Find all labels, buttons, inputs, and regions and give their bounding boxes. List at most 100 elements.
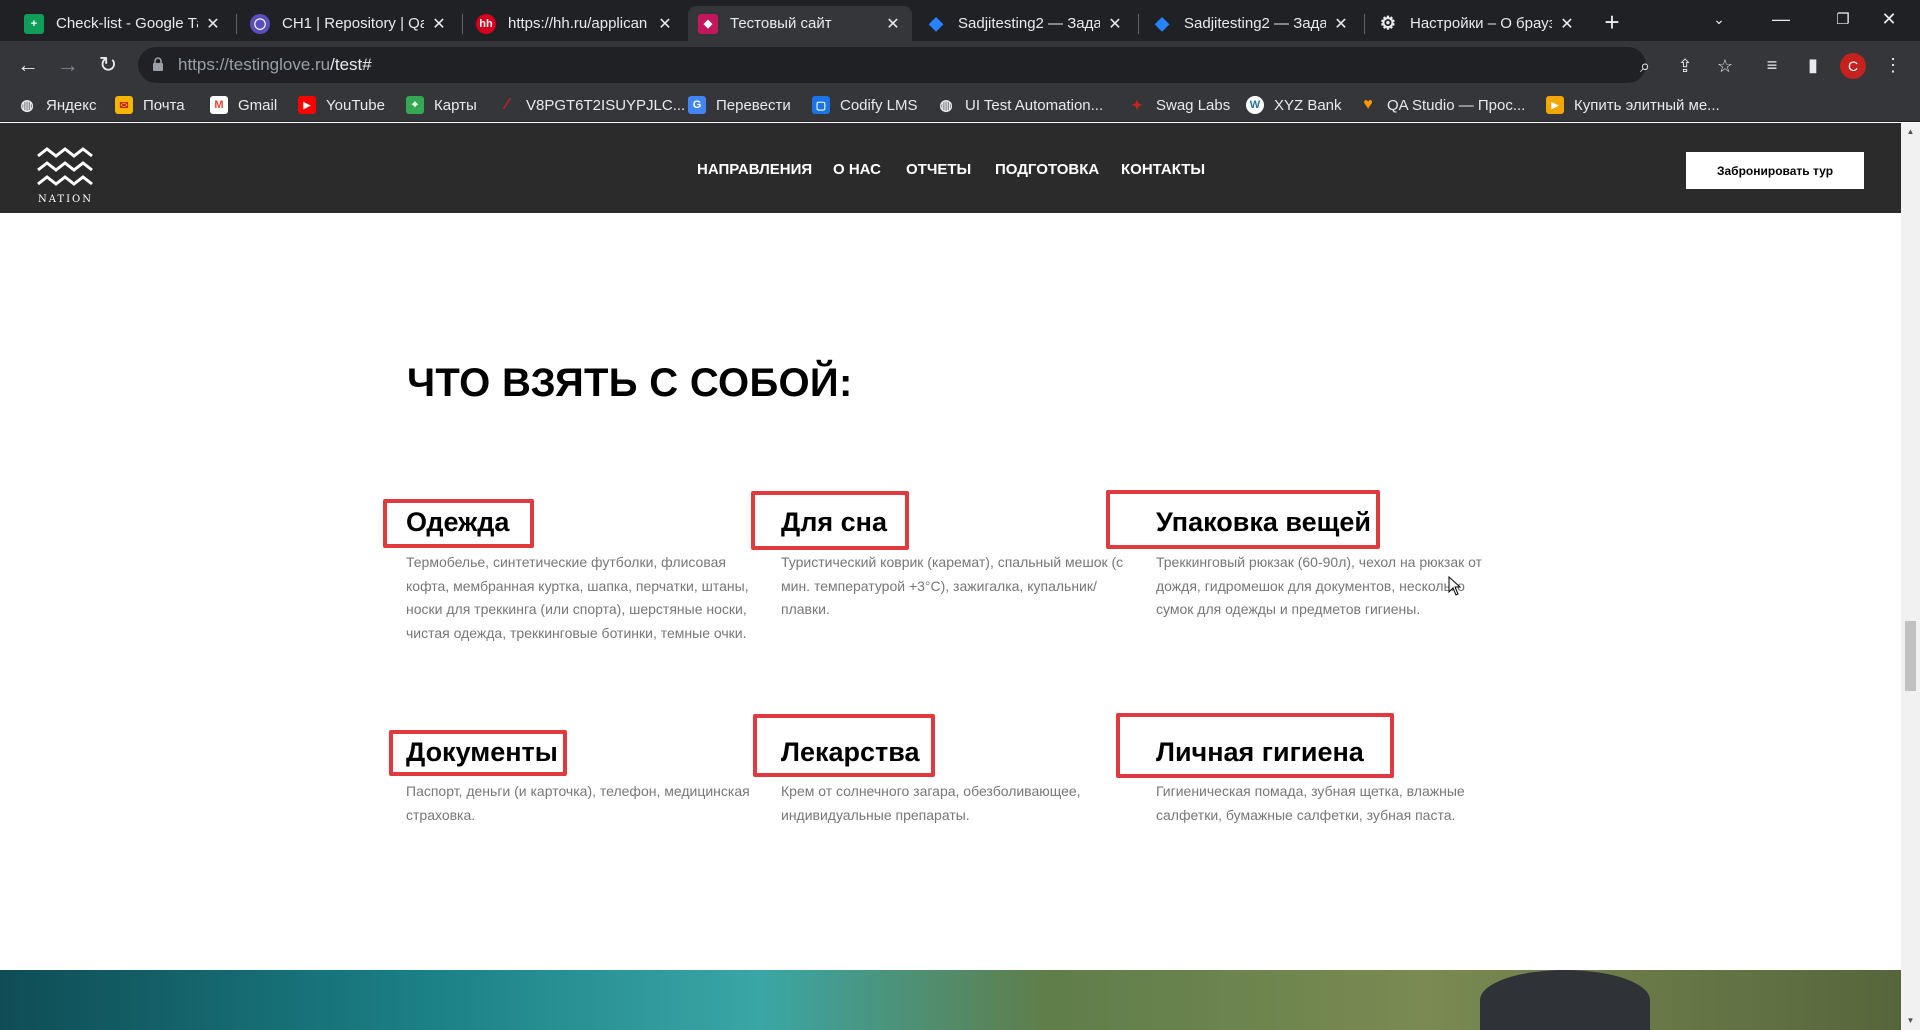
site-icon: ◆ xyxy=(698,13,718,34)
tab-repository[interactable]: ◯ CH1 | Repository | Qa ✕ xyxy=(240,6,458,41)
heart-icon: ♥ xyxy=(1363,96,1373,113)
toolbar: ← → ↻ https://testinglove.ru/test# ⌕ ⇪ ☆… xyxy=(0,41,1920,89)
page-title: ЧТО ВЗЯТЬ С СОБОЙ: xyxy=(407,361,853,405)
globe-icon: ◍ xyxy=(20,97,34,114)
bookmark-buy[interactable]: ▶ Купить элитный ме... xyxy=(1546,94,1720,116)
bookmark-mail[interactable]: ✉ Почта xyxy=(115,94,185,116)
zoom-icon[interactable]: ⌕ xyxy=(1634,55,1656,77)
url-path: /test# xyxy=(330,55,372,74)
nav-reports[interactable]: ОТЧЕТЫ xyxy=(906,161,971,178)
tab-jira-1[interactable]: ◆ Sadjitesting2 — Задач ✕ xyxy=(916,6,1134,41)
item-text-clothes: Термобелье, синтетические футболки, флис… xyxy=(406,554,749,641)
youtube-icon: ▶ xyxy=(298,96,316,114)
side-panel-icon[interactable]: ▮ xyxy=(1800,52,1826,78)
lock-icon xyxy=(153,57,163,71)
settings-gear-icon: ⚙ xyxy=(1379,13,1397,33)
url-host: https://testinglove.ru xyxy=(178,55,331,74)
bookmark-label: Swag Labs xyxy=(1156,96,1231,114)
menu-kebab-icon[interactable]: ⋮ xyxy=(1880,52,1906,78)
nav-about[interactable]: О НАС xyxy=(833,161,881,178)
share-icon[interactable]: ⇪ xyxy=(1674,55,1696,77)
media-icon[interactable]: ≡ xyxy=(1759,52,1785,78)
play-icon: ▶ xyxy=(1546,96,1564,114)
bookmark-label: Codify LMS xyxy=(840,96,918,114)
item-title-clothes: Одежда xyxy=(406,507,510,537)
bookmark-ui-test[interactable]: ◍ UI Test Automation... xyxy=(937,94,1103,116)
bookmark-label: XYZ Bank xyxy=(1274,96,1342,114)
bookmark-swaglabs[interactable]: ✦ Swag Labs xyxy=(1128,94,1230,116)
item-text-medicine: Крем от солнечного загара, обезболивающе… xyxy=(781,783,1081,823)
tab-title: Тестовый сайт xyxy=(730,15,832,32)
book-tour-button[interactable]: Забронировать тур xyxy=(1686,152,1864,189)
item-text-documents: Паспорт, деньги (и карточка), телефон, м… xyxy=(406,783,750,823)
tab-title: Настройки – О браузе xyxy=(1410,15,1552,32)
close-icon[interactable]: ✕ xyxy=(1106,14,1124,34)
minimize-icon[interactable]: — xyxy=(1750,0,1812,38)
bookmark-label: Карты xyxy=(434,96,477,114)
nation-logo-icon[interactable] xyxy=(36,141,96,201)
bookmarks-bar: ◍ Яндекс ✉ Почта M Gmail ▶ YouTube ⌖ Карты ⁄ V… xyxy=(0,89,1920,122)
bookmark-xyz-bank[interactable]: W XYZ Bank xyxy=(1246,94,1342,116)
scrollbar-thumb[interactable] xyxy=(1905,621,1916,691)
item-text-hygiene: Гигиеническая помада, зубная щетка, влаж… xyxy=(1156,783,1465,823)
bookmark-label: Перевести xyxy=(716,96,791,114)
scrollbar[interactable] xyxy=(1901,123,1920,1030)
close-icon[interactable]: ✕ xyxy=(1332,14,1350,34)
bookmark-gmail[interactable]: M Gmail xyxy=(210,94,277,116)
address-bar[interactable]: https://testinglove.ru/test# ⌕ ⇪ ☆ xyxy=(138,47,1733,83)
tab-hh[interactable]: hh https://hh.ru/applican ✕ xyxy=(466,6,684,41)
bookmark-youtube[interactable]: ▶ YouTube xyxy=(298,94,385,116)
jira-icon: ◆ xyxy=(929,13,943,33)
close-icon[interactable]: ✕ xyxy=(656,14,674,34)
bookmark-translate[interactable]: G Перевести xyxy=(688,94,791,116)
item-title-documents: Документы xyxy=(406,737,558,767)
close-icon[interactable]: ✕ xyxy=(884,14,902,34)
gmail-icon: M xyxy=(210,96,228,114)
forward-icon[interactable]: → xyxy=(52,49,84,81)
maps-icon: ⌖ xyxy=(406,96,424,114)
scroll-up-icon[interactable]: ▲ xyxy=(1905,127,1916,137)
page-viewport: NATION НАПРАВЛЕНИЯ О НАС ОТЧЕТЫ ПОДГОТОВ… xyxy=(0,123,1920,1030)
tab-checklist[interactable]: + Check-list - Google Та ✕ xyxy=(14,6,232,41)
jira-icon: ◆ xyxy=(1155,13,1169,33)
site-header: NATION НАПРАВЛЕНИЯ О НАС ОТЧЕТЫ ПОДГОТОВ… xyxy=(0,123,1901,213)
sheets-icon: + xyxy=(24,13,44,34)
scroll-down-icon[interactable]: ▼ xyxy=(1905,1016,1916,1026)
close-window-icon[interactable]: ✕ xyxy=(1858,0,1920,38)
tab-title: Sadjitesting2 — Задач xyxy=(1184,15,1326,32)
qase-icon: ◯ xyxy=(250,13,270,34)
nav-directions[interactable]: НАПРАВЛЕНИЯ xyxy=(697,161,812,178)
item-title-medicine: Лекарства xyxy=(781,737,920,767)
mail-icon: ✉ xyxy=(115,96,133,114)
item-title-packing: Упаковка вещей xyxy=(1156,507,1372,537)
avatar[interactable]: С xyxy=(1840,53,1866,79)
tab-settings[interactable]: ⚙ Настройки – О браузе ✕ xyxy=(1368,6,1586,41)
back-icon[interactable]: ← xyxy=(12,49,44,81)
logo-text: NATION xyxy=(38,194,93,205)
tab-test-site[interactable]: ◆ Тестовый сайт ✕ xyxy=(688,6,912,41)
url-text[interactable]: https://testinglove.ru/test# xyxy=(178,55,372,75)
bookmark-qa-studio[interactable]: ♥ QA Studio — Прос... xyxy=(1359,94,1525,116)
nav-preparation[interactable]: ПОДГОТОВКА xyxy=(995,161,1099,178)
nav-contacts[interactable]: КОНТАКТЫ xyxy=(1121,161,1205,178)
close-icon[interactable]: ✕ xyxy=(204,14,222,34)
bookmark-codify[interactable]: ▢ Codify LMS xyxy=(812,94,918,116)
wordpress-icon: W xyxy=(1246,96,1264,114)
bookmark-yandex[interactable]: ◍ Яндекс xyxy=(18,94,96,116)
bookmark-label: UI Test Automation... xyxy=(965,96,1104,114)
bookmark-maps[interactable]: ⌖ Карты xyxy=(406,94,477,116)
new-tab-button[interactable]: + xyxy=(1598,8,1626,36)
bookmark-star-icon[interactable]: ☆ xyxy=(1714,55,1736,77)
swaglabs-icon: ✦ xyxy=(1131,96,1143,113)
reload-icon[interactable]: ↻ xyxy=(92,49,124,81)
bookmark-link[interactable]: ⁄ V8PGT6T2ISUYPJLC... xyxy=(498,94,686,116)
item-text-sleep: Туристический коврик (каремат), спальный… xyxy=(781,554,1124,617)
close-icon[interactable]: ✕ xyxy=(430,14,448,34)
tab-title: Sadjitesting2 — Задач xyxy=(958,15,1100,32)
bookmark-label: Gmail xyxy=(238,96,278,114)
tab-search-icon[interactable]: ⌄ xyxy=(1688,0,1750,38)
tab-jira-2[interactable]: ◆ Sadjitesting2 — Задач ✕ xyxy=(1142,6,1360,41)
close-icon[interactable]: ✕ xyxy=(1558,14,1576,34)
item-title-sleep: Для сна xyxy=(781,507,887,537)
mouse-cursor-icon xyxy=(1448,576,1462,596)
